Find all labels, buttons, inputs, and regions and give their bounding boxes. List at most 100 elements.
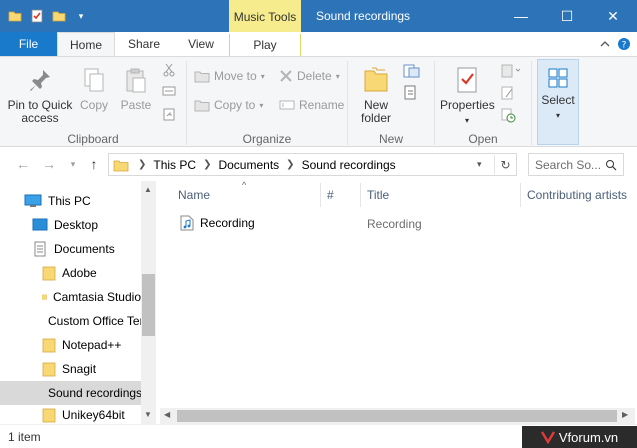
- nav-item-this-pc[interactable]: This PC: [0, 189, 141, 213]
- quick-access-toolbar: ▾: [6, 6, 90, 26]
- up-button[interactable]: ↑: [85, 156, 103, 172]
- search-box[interactable]: Search So...: [528, 153, 624, 176]
- file-row[interactable]: Recording: [180, 215, 255, 231]
- paste-button[interactable]: Paste: [118, 67, 154, 112]
- svg-text:?: ?: [622, 41, 627, 51]
- scroll-up-icon[interactable]: ▲: [144, 185, 152, 194]
- organize-group-label: Organize: [242, 132, 292, 146]
- scroll-left-icon[interactable]: ◀: [164, 410, 170, 419]
- watermark: Vforum.vn: [522, 426, 637, 448]
- customize-qat-icon[interactable]: ▾: [72, 6, 90, 26]
- close-button[interactable]: ✕: [590, 0, 636, 32]
- tab-home[interactable]: Home: [57, 32, 115, 56]
- chevron-right-icon: ❯: [138, 159, 147, 170]
- column-divider[interactable]: [360, 183, 361, 207]
- new-folder-button[interactable]: New folder: [356, 65, 396, 125]
- back-button[interactable]: ←: [14, 156, 32, 172]
- tab-play[interactable]: Play: [230, 34, 300, 56]
- nav-item-unikey64bit[interactable]: Unikey64bit: [0, 405, 141, 424]
- recent-locations-button[interactable]: ▾: [64, 156, 82, 172]
- copy-path-icon[interactable]: [162, 85, 176, 100]
- column-header-name[interactable]: Name: [178, 188, 210, 204]
- chevron-right-icon: ❯: [286, 159, 295, 170]
- column-divider[interactable]: [520, 183, 521, 207]
- nav-item-desktop[interactable]: Desktop: [0, 213, 141, 237]
- horizontal-scrollbar-thumb[interactable]: [177, 410, 617, 422]
- nav-item-notepad-plus-plus[interactable]: Notepad++: [0, 333, 141, 357]
- copy-label: Copy: [79, 98, 108, 112]
- properties-icon[interactable]: [28, 6, 46, 26]
- context-tab-group: Music Tools: [229, 0, 301, 34]
- nav-item-documents[interactable]: Documents: [0, 237, 141, 261]
- address-bar[interactable]: ❯ This PC ❯ Documents ❯ Sound recordings…: [108, 153, 517, 176]
- pin-to-quick-access-button[interactable]: Pin to Quick access: [6, 67, 74, 125]
- column-header-contributing-artists[interactable]: Contributing artists: [527, 188, 635, 204]
- column-divider[interactable]: [320, 183, 321, 207]
- chevron-down-icon: ▾: [70, 158, 76, 169]
- history-icon[interactable]: [500, 107, 516, 126]
- help-icon[interactable]: ?: [616, 36, 632, 52]
- folder-icon: [113, 160, 129, 171]
- nav-item-custom-office-templates[interactable]: Custom Office Templates: [0, 309, 141, 333]
- tab-share[interactable]: Share: [115, 32, 173, 56]
- paste-icon: [126, 68, 146, 93]
- folder-icon[interactable]: [6, 6, 24, 26]
- refresh-icon[interactable]: ↻: [494, 155, 516, 174]
- new-item-icon[interactable]: [402, 63, 422, 82]
- tab-view[interactable]: View: [173, 32, 229, 56]
- folder-icon: [42, 362, 56, 377]
- move-to-label: Move to: [214, 69, 257, 83]
- nav-scrollbar-thumb[interactable]: [142, 274, 155, 336]
- folder-icon: [42, 408, 56, 422]
- search-input[interactable]: Search So...: [535, 158, 601, 172]
- new-group-label: New: [378, 132, 403, 146]
- cut-icon[interactable]: [162, 63, 176, 80]
- properties-button[interactable]: Properties ▾: [440, 65, 495, 127]
- select-button[interactable]: Select ▾: [537, 59, 579, 145]
- scroll-right-icon[interactable]: ▶: [622, 410, 628, 419]
- paste-shortcut-icon[interactable]: [162, 107, 176, 124]
- breadcrumb-documents[interactable]: Documents: [218, 158, 279, 172]
- new-folder-icon: [364, 67, 388, 92]
- collapse-ribbon-icon[interactable]: [597, 36, 613, 52]
- rename-button[interactable]: Rename: [279, 98, 344, 112]
- desktop-icon: [32, 218, 48, 231]
- tab-file[interactable]: File: [0, 32, 57, 56]
- forward-button[interactable]: →: [40, 156, 58, 172]
- file-name: Recording: [200, 216, 255, 230]
- title-bar: ▾ Music Tools Sound recordings — ☐ ✕: [0, 0, 637, 34]
- open-icon[interactable]: [500, 63, 522, 82]
- address-dropdown-icon[interactable]: ▾: [477, 159, 482, 170]
- delete-button[interactable]: Delete ▾: [279, 69, 340, 83]
- minimize-button[interactable]: —: [498, 0, 544, 32]
- chevron-right-icon: ❯: [203, 159, 212, 170]
- sort-ascending-icon: ^: [242, 180, 247, 190]
- new-folder-icon[interactable]: [50, 6, 68, 26]
- column-header-number[interactable]: #: [327, 188, 334, 204]
- delete-icon: [280, 70, 292, 82]
- column-header-title[interactable]: Title: [367, 188, 389, 204]
- nav-item-adobe[interactable]: Adobe: [0, 261, 141, 285]
- copy-icon: [84, 68, 104, 92]
- copy-button[interactable]: Copy: [76, 67, 112, 112]
- documents-icon: [34, 241, 46, 257]
- clipboard-group-label: Clipboard: [67, 132, 119, 146]
- folder-icon: [42, 294, 47, 300]
- maximize-button[interactable]: ☐: [544, 0, 590, 32]
- navigation-pane: This PC Desktop Documents Adobe Camtasia…: [0, 181, 156, 424]
- nav-item-sound-recordings[interactable]: Sound recordings: [0, 381, 141, 405]
- move-to-button[interactable]: Move to ▾: [194, 69, 265, 83]
- copy-to-button[interactable]: Copy to ▾: [194, 98, 263, 112]
- scroll-down-icon[interactable]: ▼: [144, 410, 152, 419]
- easy-access-icon[interactable]: [402, 85, 422, 104]
- ribbon: Pin to Quick access Copy Paste Clipboard…: [0, 56, 637, 147]
- nav-item-camtasia-studio[interactable]: Camtasia Studio: [0, 285, 141, 309]
- pin-icon: [30, 70, 50, 91]
- breadcrumb-this-pc[interactable]: This PC: [153, 158, 196, 172]
- copy-to-icon: [194, 100, 210, 112]
- rename-icon: [279, 100, 295, 110]
- edit-icon[interactable]: [500, 85, 516, 104]
- up-arrow-icon: ↑: [90, 156, 98, 172]
- nav-item-snagit[interactable]: Snagit: [0, 357, 141, 381]
- breadcrumb-sound-recordings[interactable]: Sound recordings: [302, 158, 396, 172]
